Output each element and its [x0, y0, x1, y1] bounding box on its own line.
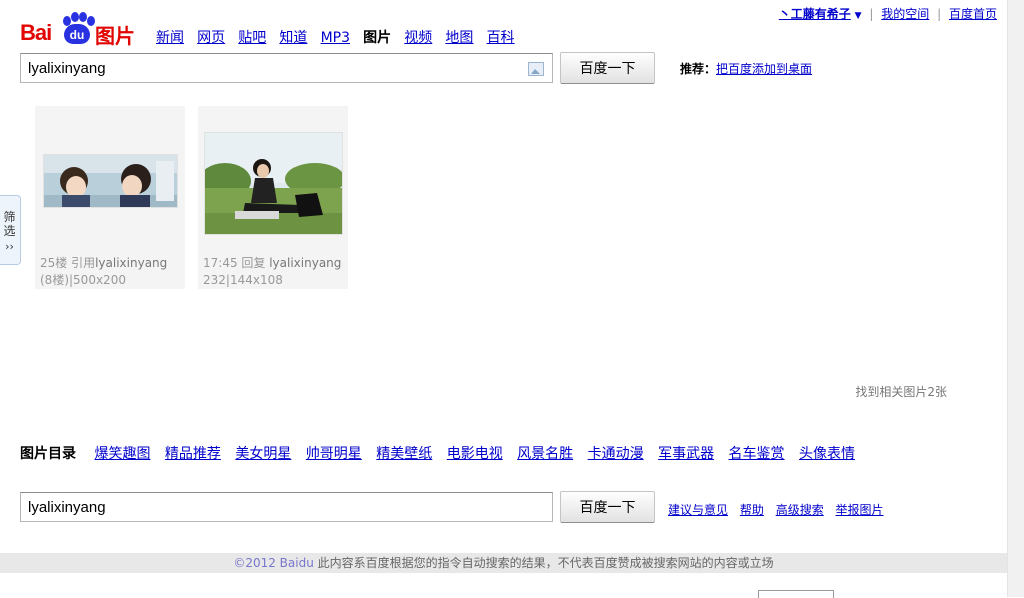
- advanced-search-link[interactable]: 高级搜索: [776, 503, 824, 517]
- nav-mp3[interactable]: MP3: [321, 30, 350, 46]
- report-image-link[interactable]: 举报图片: [836, 503, 884, 517]
- category-link[interactable]: 风景名胜: [517, 446, 573, 462]
- footer: ©2012 Baidu 此内容系百度根据您的指令自动搜索的结果，不代表百度赞成被…: [0, 553, 1007, 573]
- search-button[interactable]: 百度一下: [560, 52, 655, 84]
- double-chevron-right-icon: ››: [5, 240, 14, 253]
- result-card[interactable]: 17:45 回复 lyalixinyang 232|144x108: [198, 106, 348, 289]
- bottom-search-box: [20, 492, 553, 522]
- caption-text: 17:45 回复: [203, 256, 270, 270]
- baidu-paw-icon: du: [60, 12, 95, 46]
- recommend-bar: 推荐：把百度添加到桌面: [680, 60, 812, 77]
- separator: |: [869, 7, 874, 21]
- nav-tieba[interactable]: 贴吧: [238, 30, 266, 46]
- search-input[interactable]: [21, 54, 518, 82]
- baidu-image-logo[interactable]: Bai du 图片: [20, 6, 140, 48]
- filter-tab[interactable]: 筛选 ››: [0, 195, 21, 265]
- result-caption: 25楼 引用lyalixinyang (8楼)|500x200: [40, 256, 168, 287]
- nav-baike[interactable]: 百科: [487, 30, 515, 46]
- category-link[interactable]: 军事武器: [658, 446, 714, 462]
- feedback-link[interactable]: 建议与意见: [668, 503, 728, 517]
- image-categories: 图片目录 爆笑趣图 精品推荐 美女明星 帅哥明星 精美壁纸 电影电视 风景名胜 …: [20, 443, 865, 463]
- result-card[interactable]: 25楼 引用lyalixinyang (8楼)|500x200: [35, 106, 185, 289]
- nav-zhidao[interactable]: 知道: [279, 30, 307, 46]
- nav-web[interactable]: 网页: [197, 30, 225, 46]
- category-link[interactable]: 精品推荐: [165, 446, 221, 462]
- anime-couple-image: [44, 155, 177, 207]
- copyright: ©2012 Baidu: [233, 556, 314, 570]
- result-image[interactable]: [43, 154, 178, 208]
- vertical-scrollbar[interactable]: [1007, 0, 1024, 597]
- baidu-home-link[interactable]: 百度首页: [949, 7, 997, 21]
- add-to-desktop-link[interactable]: 把百度添加到桌面: [716, 62, 812, 76]
- image-size: 500x200: [73, 273, 126, 287]
- result-count: 找到相关图片2张: [855, 385, 947, 399]
- caption-text: (8楼): [40, 273, 69, 287]
- result-caption: 17:45 回复 lyalixinyang 232|144x108: [203, 256, 342, 287]
- logo-tupian-text: 图片: [95, 24, 135, 48]
- category-link[interactable]: 精美壁纸: [376, 446, 432, 462]
- separator: |: [937, 7, 942, 21]
- caption-author[interactable]: lyalixinyang: [269, 256, 341, 270]
- bottom-search-input[interactable]: [21, 493, 518, 521]
- top-navigation: 新闻 网页 贴吧 知道 MP3 图片 视频 地图 百科: [156, 27, 524, 47]
- category-link[interactable]: 名车鉴赏: [729, 446, 785, 462]
- search-box: [20, 53, 553, 83]
- bottom-search-button[interactable]: 百度一下: [560, 491, 655, 523]
- logo-du-text: du: [69, 28, 85, 42]
- image-size: 144x108: [229, 273, 283, 287]
- help-link[interactable]: 帮助: [740, 503, 764, 517]
- category-link[interactable]: 爆笑趣图: [94, 446, 150, 462]
- logo-bai-text: Bai: [20, 20, 52, 45]
- category-link[interactable]: 头像表情: [799, 446, 855, 462]
- user-bar: 丶工藤有希子 ▼ | 我的空间 | 百度首页: [779, 5, 997, 22]
- nav-map[interactable]: 地图: [445, 30, 473, 46]
- categories-title: 图片目录: [20, 446, 76, 462]
- category-link[interactable]: 美女明星: [235, 446, 291, 462]
- bottom-links: 建议与意见 帮助 高级搜索 举报图片: [668, 501, 892, 518]
- username-link[interactable]: 丶工藤有希子: [779, 7, 851, 21]
- category-link[interactable]: 帅哥明星: [306, 446, 362, 462]
- footer-disclaimer: 此内容系百度根据您的指令自动搜索的结果，不代表百度赞成被搜索网站的内容或立场: [313, 556, 774, 570]
- girl-on-grass-image: [199, 133, 345, 234]
- caption-text: 232: [203, 273, 226, 287]
- nav-video[interactable]: 视频: [404, 30, 432, 46]
- nav-images-active: 图片: [363, 30, 392, 46]
- filter-tab-label: 筛选: [3, 210, 16, 238]
- my-space-link[interactable]: 我的空间: [881, 7, 929, 21]
- camera-image-icon[interactable]: [528, 62, 544, 76]
- nav-news[interactable]: 新闻: [156, 30, 184, 46]
- chevron-down-icon[interactable]: ▼: [855, 11, 862, 21]
- category-link[interactable]: 卡通动漫: [588, 446, 644, 462]
- caption-author[interactable]: lyalixinyang: [95, 256, 167, 270]
- recommend-label: 推荐：: [680, 62, 717, 76]
- category-link[interactable]: 电影电视: [447, 446, 503, 462]
- result-image[interactable]: [199, 132, 345, 235]
- caption-text: 25楼 引用: [40, 256, 96, 270]
